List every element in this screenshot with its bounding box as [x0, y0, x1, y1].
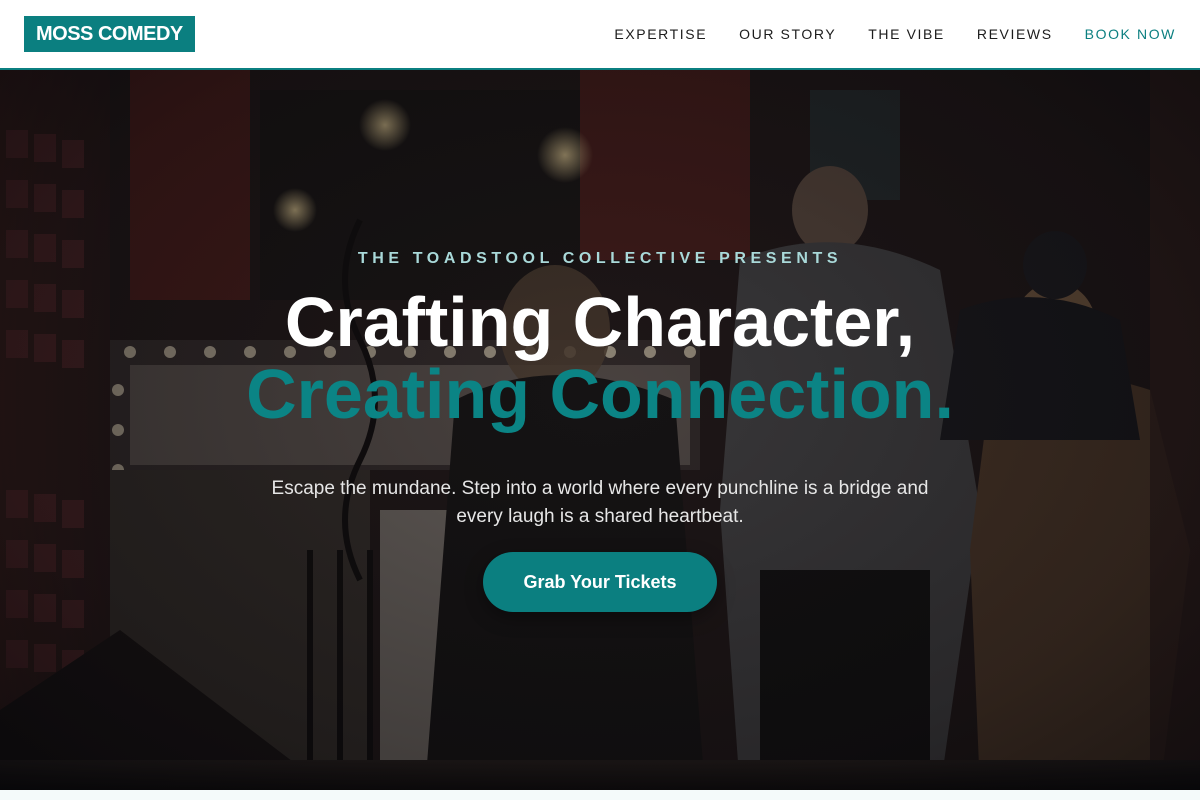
site-header: MOSS COMEDY EXPERTISE OUR STORY THE VIBE…: [0, 0, 1200, 70]
nav-link-the-vibe[interactable]: THE VIBE: [868, 26, 945, 42]
nav-link-expertise[interactable]: EXPERTISE: [614, 26, 707, 42]
headline-line-1: Crafting Character,: [284, 283, 916, 361]
logo[interactable]: MOSS COMEDY: [24, 16, 195, 52]
hero-content: THE TOADSTOOL COLLECTIVE PRESENTS Crafti…: [0, 70, 1200, 790]
nav-link-reviews[interactable]: REVIEWS: [977, 26, 1053, 42]
main-nav: EXPERTISE OUR STORY THE VIBE REVIEWS BOO…: [614, 0, 1176, 68]
hero-eyebrow: THE TOADSTOOL COLLECTIVE PRESENTS: [357, 250, 843, 267]
headline-line-2: Creating Connection.: [246, 355, 954, 433]
hero-section: THE TOADSTOOL COLLECTIVE PRESENTS Crafti…: [0, 70, 1200, 790]
hero-headline: Crafting Character, Creating Connection.: [0, 286, 1200, 430]
grab-tickets-button[interactable]: Grab Your Tickets: [483, 552, 717, 612]
nav-link-book-now[interactable]: BOOK NOW: [1085, 26, 1176, 42]
nav-link-our-story[interactable]: OUR STORY: [739, 26, 836, 42]
next-section-edge: [0, 790, 1200, 800]
hero-subtext: Escape the mundane. Step into a world wh…: [271, 478, 929, 527]
